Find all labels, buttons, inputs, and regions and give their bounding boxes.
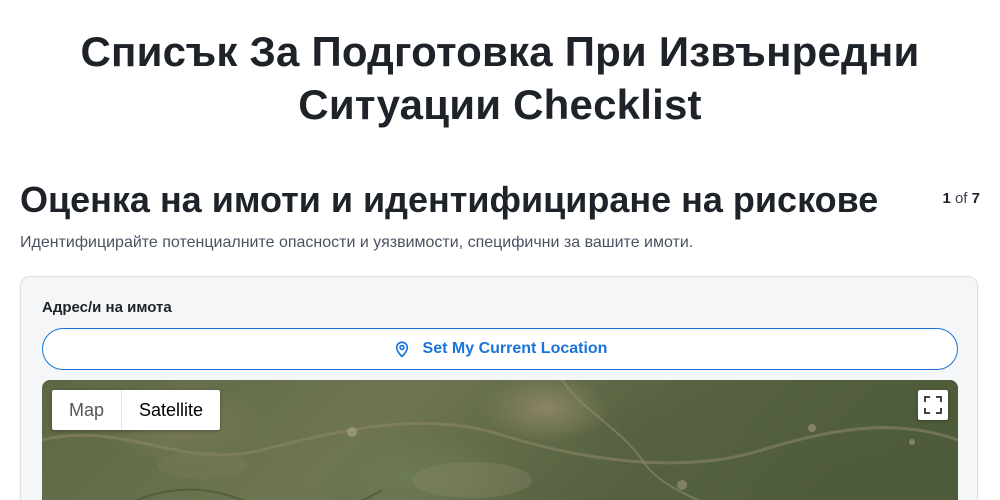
fullscreen-button[interactable]	[918, 390, 948, 420]
map-type-map-button[interactable]: Map	[52, 390, 121, 430]
property-card: Адрес/и на имота Set My Current Location	[20, 276, 978, 500]
map-type-satellite-button[interactable]: Satellite	[122, 390, 220, 430]
set-location-label: Set My Current Location	[422, 340, 608, 357]
page-title: Списък За Подготовка При Извънредни Ситу…	[80, 28, 920, 128]
map-type-toggle: Map Satellite	[52, 390, 221, 430]
page: Списък За Подготовка При Извънредни Ситу…	[0, 0, 1000, 500]
map-pin-icon	[393, 340, 411, 358]
satellite-map[interactable]: Map Satellite	[42, 380, 958, 500]
step-total: 7	[971, 190, 980, 207]
step-current: 1	[942, 190, 951, 207]
set-location-button[interactable]: Set My Current Location	[42, 328, 958, 370]
section-header: Оценка на имоти и идентифициране на риск…	[20, 178, 980, 222]
address-label: Адрес/и на имота	[42, 299, 172, 316]
section-description: Идентифицирайте потенциалните опасности …	[20, 234, 694, 251]
fullscreen-icon	[924, 396, 942, 414]
step-of: of	[954, 190, 968, 207]
section-title: Оценка на имоти и идентифициране на риск…	[20, 179, 879, 220]
step-counter: 1 of 7	[942, 190, 980, 208]
